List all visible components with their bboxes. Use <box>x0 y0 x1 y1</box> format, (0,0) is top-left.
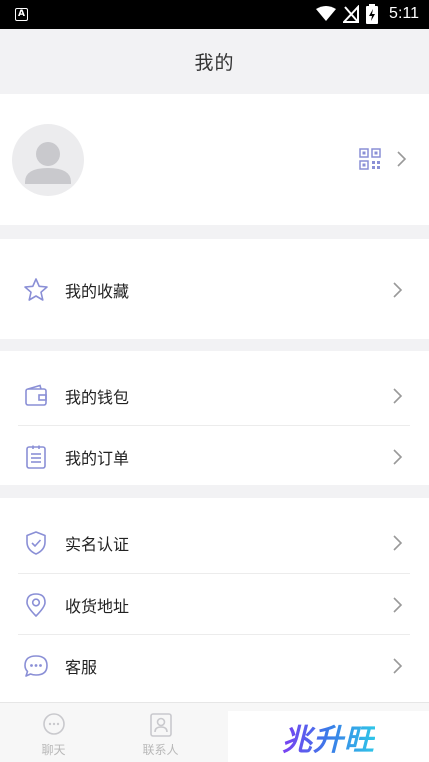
menu-item-label: 我的收藏 <box>65 281 130 301</box>
wifi-icon <box>316 6 337 21</box>
menu-item-label: 我的订单 <box>65 448 130 468</box>
wallet-icon <box>25 384 47 406</box>
account-services-card: 实名认证 收货地址 客服 <box>0 498 429 702</box>
contacts-tab-icon <box>149 713 172 737</box>
watermark-logo: 兆升旺 <box>228 711 429 762</box>
chevron-right-icon <box>393 448 403 465</box>
profile-card[interactable] <box>0 94 429 225</box>
favorites-card: 我的收藏 <box>0 239 429 339</box>
menu-item-wallet[interactable]: 我的钱包 <box>0 365 429 426</box>
order-icon <box>26 445 46 469</box>
menu-item-real-name-auth[interactable]: 实名认证 <box>0 512 429 573</box>
app-notification-icon: A <box>15 8 28 21</box>
menu-item-customer-service[interactable]: 客服 <box>0 635 429 696</box>
chevron-right-icon <box>393 387 403 404</box>
menu-item-orders[interactable]: 我的订单 <box>0 426 429 487</box>
chat-tab-icon <box>42 713 65 735</box>
page-title: 我的 <box>194 51 235 74</box>
page-header: 我的 <box>0 29 429 93</box>
location-pin-icon <box>26 592 46 617</box>
avatar-icon <box>25 142 71 184</box>
chevron-right-icon <box>393 596 403 613</box>
menu-item-label: 实名认证 <box>65 534 130 554</box>
clock: 5:11 <box>389 5 419 22</box>
battery-charging-icon <box>366 4 379 24</box>
status-icons: 5:11 <box>316 4 419 24</box>
menu-item-shipping-address[interactable]: 收货地址 <box>0 574 429 635</box>
chevron-right-icon[interactable] <box>396 150 408 168</box>
watermark-text: 兆升旺 <box>282 715 375 759</box>
menu-item-favorites[interactable]: 我的收藏 <box>0 259 429 320</box>
tab-chat-label: 聊天 <box>41 743 66 757</box>
qr-code-icon[interactable] <box>359 148 381 170</box>
status-bar: A 5:11 <box>0 0 429 29</box>
tab-contacts-label: 联系人 <box>142 743 179 757</box>
chat-bubble-icon <box>24 654 48 677</box>
tab-contacts[interactable]: 联系人 <box>107 703 214 762</box>
shield-check-icon <box>26 530 46 555</box>
wallet-orders-card: 我的钱包 我的订单 <box>0 351 429 485</box>
chevron-right-icon <box>393 281 403 298</box>
chevron-right-icon <box>393 657 403 674</box>
tab-chat[interactable]: 聊天 <box>0 703 107 762</box>
menu-item-label: 客服 <box>65 657 98 677</box>
avatar[interactable] <box>12 124 84 196</box>
chevron-right-icon <box>393 534 403 551</box>
star-icon <box>24 277 48 301</box>
menu-item-label: 收货地址 <box>65 596 130 616</box>
menu-item-label: 我的钱包 <box>65 387 130 407</box>
signal-off-icon <box>343 5 360 23</box>
